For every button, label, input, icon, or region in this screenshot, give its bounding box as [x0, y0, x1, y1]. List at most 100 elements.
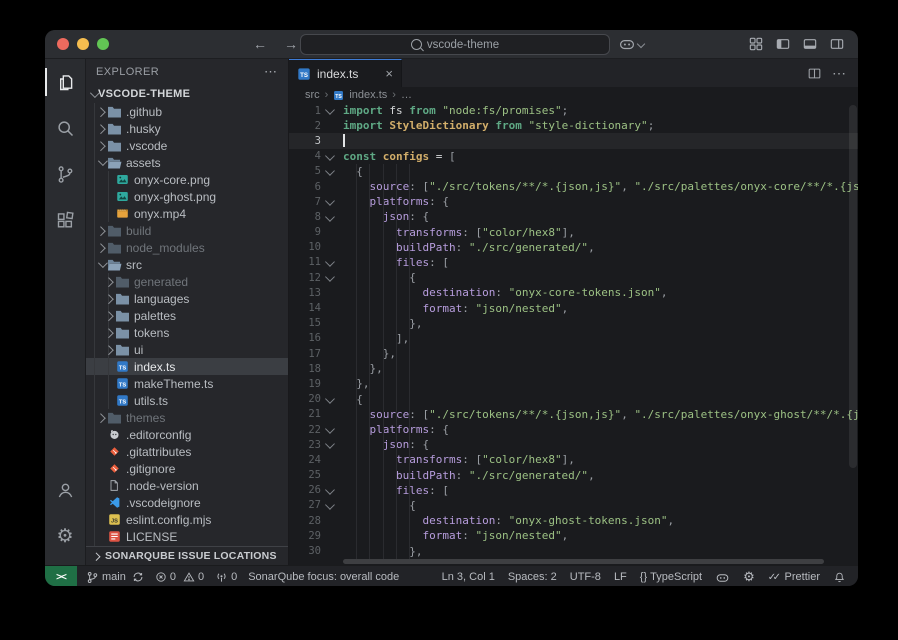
tree-item-ui[interactable]: ui — [86, 341, 288, 358]
chevron-right-icon[interactable] — [96, 142, 106, 149]
code-line-29[interactable]: 29 format: "json/nested", — [289, 528, 858, 543]
tree-item-LICENSE[interactable]: LICENSE — [86, 528, 288, 545]
fold-chevron-icon[interactable] — [321, 396, 337, 403]
sonarqube-section-header[interactable]: SONARQUBE ISSUE LOCATIONS — [86, 546, 288, 565]
tree-item-partial[interactable] — [86, 545, 288, 546]
chevron-right-icon[interactable] — [96, 244, 106, 251]
tree-item-generated[interactable]: generated — [86, 273, 288, 290]
code-line-18[interactable]: 18 }, — [289, 361, 858, 376]
chevron-down-icon[interactable] — [96, 159, 106, 166]
activity-search[interactable] — [45, 105, 85, 151]
tree-item-eslint.config.mjs[interactable]: JSeslint.config.mjs — [86, 511, 288, 528]
chevron-right-icon[interactable] — [104, 312, 114, 319]
tree-item-.github[interactable]: .github — [86, 103, 288, 120]
code-line-30[interactable]: 30 }, — [289, 543, 858, 558]
chevron-right-icon[interactable] — [96, 414, 106, 421]
code-line-16[interactable]: 16 ], — [289, 331, 858, 346]
tree-item-build[interactable]: build — [86, 222, 288, 239]
code-line-24[interactable]: 24 transforms: ["color/hex8"], — [289, 452, 858, 467]
code-line-25[interactable]: 25 buildPath: "./src/generated/", — [289, 468, 858, 483]
tree-item-onyx-core.png[interactable]: onyx-core.png — [86, 171, 288, 188]
code-line-8[interactable]: 8 json: { — [289, 209, 858, 224]
code-line-15[interactable]: 15 }, — [289, 316, 858, 331]
fold-chevron-icon[interactable] — [321, 198, 337, 205]
chevron-right-icon[interactable] — [104, 295, 114, 302]
fold-chevron-icon[interactable] — [321, 502, 337, 509]
chevron-right-icon[interactable] — [104, 329, 114, 336]
code-line-7[interactable]: 7 platforms: { — [289, 194, 858, 209]
explorer-actions-icon[interactable]: ⋯ — [264, 64, 278, 80]
tree-item-.vscode[interactable]: .vscode — [86, 137, 288, 154]
code-line-10[interactable]: 10 buildPath: "./src/generated/", — [289, 240, 858, 255]
fold-chevron-icon[interactable] — [321, 214, 337, 221]
activity-account[interactable] — [45, 467, 85, 513]
tree-item-src[interactable]: src — [86, 256, 288, 273]
formatter-status[interactable]: ✓✓ Prettier — [768, 571, 820, 583]
close-tab-icon[interactable]: × — [385, 66, 393, 81]
toggle-sidebar-icon[interactable] — [775, 36, 791, 52]
code-line-1[interactable]: 1import fs from "node:fs/promises"; — [289, 103, 858, 118]
ports-status[interactable]: 0 — [215, 571, 237, 584]
activity-source-control[interactable] — [45, 151, 85, 197]
forward-button[interactable]: → — [284, 36, 298, 52]
code-area[interactable]: 1import fs from "node:fs/promises";2impo… — [289, 103, 858, 565]
encoding[interactable]: UTF-8 — [570, 571, 601, 583]
tree-item-languages[interactable]: languages — [86, 290, 288, 307]
bell-icon[interactable] — [833, 571, 846, 584]
code-line-6[interactable]: 6 source: ["./src/tokens/**/*.{json,js}"… — [289, 179, 858, 194]
code-line-13[interactable]: 13 destination: "onyx-core-tokens.json", — [289, 285, 858, 300]
tree-item-tokens[interactable]: tokens — [86, 324, 288, 341]
activity-extensions[interactable] — [45, 197, 85, 243]
tree-item-index.ts[interactable]: TSindex.ts — [86, 358, 288, 375]
breadcrumb-folder[interactable]: src — [305, 89, 320, 101]
zoom-button[interactable] — [97, 38, 109, 50]
tree-item-.editorconfig[interactable]: .editorconfig — [86, 426, 288, 443]
chevron-right-icon[interactable] — [96, 108, 106, 115]
close-button[interactable] — [57, 38, 69, 50]
code-line-3[interactable]: 3 — [289, 133, 858, 148]
command-center-search[interactable]: vscode-theme — [300, 34, 610, 55]
code-line-17[interactable]: 17 }, — [289, 346, 858, 361]
tree-item-palettes[interactable]: palettes — [86, 307, 288, 324]
tree-item-onyx.mp4[interactable]: onyx.mp4 — [86, 205, 288, 222]
code-line-9[interactable]: 9 transforms: ["color/hex8"], — [289, 225, 858, 240]
code-line-27[interactable]: 27 { — [289, 498, 858, 513]
copilot-icon[interactable] — [715, 570, 730, 585]
tree-item-makeTheme.ts[interactable]: TSmakeTheme.ts — [86, 375, 288, 392]
cursor-position[interactable]: Ln 3, Col 1 — [442, 571, 495, 583]
tree-item-.husky[interactable]: .husky — [86, 120, 288, 137]
fold-chevron-icon[interactable] — [321, 168, 337, 175]
tree-item-.vscodeignore[interactable]: .vscodeignore — [86, 494, 288, 511]
toggle-panel-icon[interactable] — [802, 36, 818, 52]
code-line-26[interactable]: 26 files: [ — [289, 483, 858, 498]
minimize-button[interactable] — [77, 38, 89, 50]
chevron-right-icon[interactable] — [96, 125, 106, 132]
code-line-4[interactable]: 4const configs = [ — [289, 149, 858, 164]
tree-item-onyx-ghost.png[interactable]: onyx-ghost.png — [86, 188, 288, 205]
fold-chevron-icon[interactable] — [321, 426, 337, 433]
more-actions-icon[interactable]: ⋯ — [832, 65, 846, 82]
fold-chevron-icon[interactable] — [321, 107, 337, 114]
problems-status[interactable]: 0 0 — [155, 571, 204, 583]
tree-root-vscode-theme[interactable]: VSCODE-THEME — [86, 85, 288, 103]
vertical-scrollbar[interactable] — [849, 103, 857, 557]
tree-item-themes[interactable]: themes — [86, 409, 288, 426]
back-button[interactable]: ← — [253, 36, 267, 52]
chevron-right-icon[interactable] — [104, 278, 114, 285]
tree-item-node_modules[interactable]: node_modules — [86, 239, 288, 256]
tree-item-.node-version[interactable]: .node-version — [86, 477, 288, 494]
tree-item-.gitignore[interactable]: .gitignore — [86, 460, 288, 477]
code-line-12[interactable]: 12 { — [289, 270, 858, 285]
chevron-right-icon[interactable] — [96, 227, 106, 234]
sonarqube-status[interactable]: SonarQube focus: overall code — [248, 571, 399, 583]
language-mode[interactable]: {} TypeScript — [640, 571, 702, 583]
toggle-secondary-sidebar-icon[interactable] — [829, 36, 845, 52]
fold-chevron-icon[interactable] — [321, 441, 337, 448]
activity-explorer[interactable] — [45, 59, 85, 105]
tree-item-.gitattributes[interactable]: .gitattributes — [86, 443, 288, 460]
eol[interactable]: LF — [614, 571, 627, 583]
code-line-22[interactable]: 22 platforms: { — [289, 422, 858, 437]
code-line-19[interactable]: 19 }, — [289, 376, 858, 391]
code-line-28[interactable]: 28 destination: "onyx-ghost-tokens.json"… — [289, 513, 858, 528]
copilot-menu[interactable] — [618, 35, 644, 53]
